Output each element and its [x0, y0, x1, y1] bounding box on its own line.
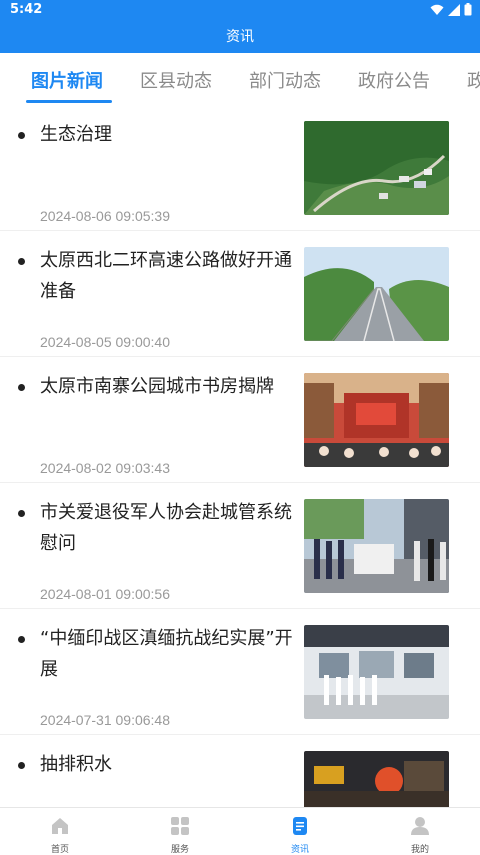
- tab-district-news[interactable]: 区县动态: [140, 67, 212, 93]
- nav-label: 我的: [410, 845, 429, 855]
- news-thumbnail: [304, 373, 449, 467]
- news-title: 市关爱退役军人协会赴城管系统慰问: [40, 502, 292, 554]
- news-title: 太原西北二环高速公路做好开通准备: [40, 250, 292, 302]
- bullet-icon: [18, 132, 25, 139]
- news-title: 太原市南寨公园城市书房揭牌: [40, 376, 274, 397]
- news-date: 2024-08-05 09:00:40: [40, 334, 170, 350]
- category-tabs: 图片新闻 区县动态 部门动态 政府公告 政: [0, 53, 480, 105]
- news-item[interactable]: 市关爱退役军人协会赴城管系统慰问 2024-08-01 09:00:56: [0, 483, 480, 609]
- nav-label: 服务: [170, 845, 189, 855]
- bullet-icon: [18, 384, 25, 391]
- news-title: 生态治理: [40, 124, 112, 145]
- news-date: 2024-07-31 09:06:48: [40, 712, 170, 728]
- user-icon: [411, 817, 429, 835]
- tab-picture-news[interactable]: 图片新闻: [31, 67, 103, 93]
- news-thumbnail: [304, 499, 449, 593]
- status-bar: 5:42: [0, 0, 480, 20]
- news-item[interactable]: “中缅印战区滇缅抗战纪实展”开展 2024-07-31 09:06:48: [0, 609, 480, 735]
- news-thumbnail: [304, 751, 449, 807]
- active-tab-indicator: [26, 100, 112, 103]
- nav-label: 首页: [50, 845, 69, 855]
- bullet-icon: [18, 510, 25, 517]
- news-date: 2024-08-01 09:00:56: [40, 586, 170, 602]
- tab-government-notices[interactable]: 政府公告: [358, 67, 430, 93]
- nav-services[interactable]: 服务: [120, 808, 240, 855]
- bottom-navigation: 首页 服务 资讯 我的: [0, 807, 480, 855]
- bullet-icon: [18, 762, 25, 769]
- news-date: 2024-08-02 09:03:43: [40, 460, 170, 476]
- news-item[interactable]: 抽排积水: [0, 735, 480, 807]
- status-time: 5:42: [10, 2, 43, 17]
- battery-icon: [464, 3, 472, 16]
- bullet-icon: [18, 636, 25, 643]
- news-title: “中缅印战区滇缅抗战纪实展”开展: [40, 628, 293, 680]
- home-icon: [52, 818, 68, 834]
- news-thumbnail: [304, 625, 449, 719]
- news-item[interactable]: 生态治理 2024-08-06 09:05:39: [0, 105, 480, 231]
- nav-home[interactable]: 首页: [0, 808, 120, 855]
- signal-icon: [448, 3, 460, 16]
- tab-government-more[interactable]: 政: [467, 67, 480, 93]
- news-thumbnail: [304, 121, 449, 215]
- news-title: 抽排积水: [40, 754, 112, 775]
- news-thumbnail: [304, 247, 449, 341]
- page-title: 资讯: [226, 29, 254, 45]
- bullet-icon: [18, 258, 25, 265]
- app-header: 5:42 资讯: [0, 0, 480, 53]
- news-item[interactable]: 太原市南寨公园城市书房揭牌 2024-08-02 09:03:43: [0, 357, 480, 483]
- news-date: 2024-08-06 09:05:39: [40, 208, 170, 224]
- nav-label: 资讯: [290, 845, 309, 855]
- news-icon: [293, 817, 307, 835]
- wifi-icon: [430, 4, 444, 15]
- news-item[interactable]: 太原西北二环高速公路做好开通准备 2024-08-05 09:00:40: [0, 231, 480, 357]
- nav-profile[interactable]: 我的: [360, 808, 480, 855]
- grid-icon: [171, 817, 189, 835]
- status-icons: [430, 3, 472, 16]
- nav-news[interactable]: 资讯: [240, 808, 360, 855]
- tab-department-news[interactable]: 部门动态: [249, 67, 321, 93]
- news-list[interactable]: 生态治理 2024-08-06 09:05:39 太原西北二环高速公路做好开通准…: [0, 105, 480, 807]
